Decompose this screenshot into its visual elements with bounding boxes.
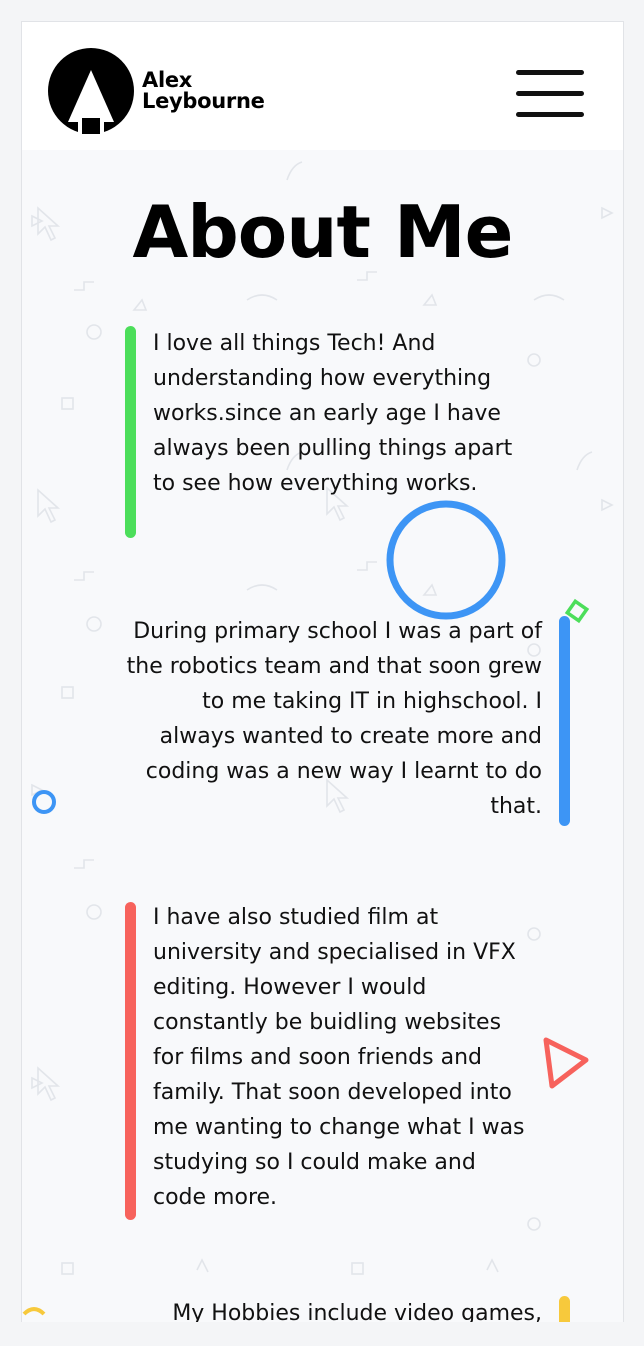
brand-first-name: Alex	[142, 68, 193, 92]
logo-icon[interactable]	[48, 48, 134, 134]
site-header: Alex Leybourne	[22, 22, 623, 150]
about-paragraph-4: My Hobbies include video games,	[172, 1301, 542, 1322]
about-paragraph-2: During primary school I was a part of th…	[126, 619, 542, 819]
about-paragraph-3: I have also studied film at university a…	[153, 905, 525, 1210]
accent-bar-green	[125, 326, 136, 538]
menu-line	[516, 70, 584, 75]
page-frame: Alex Leybourne About Me I love all thing…	[21, 21, 624, 1322]
hamburger-menu-icon[interactable]	[516, 70, 584, 118]
small-circle-decoration	[32, 790, 56, 814]
accent-bar-yellow	[559, 1296, 570, 1322]
brand-name[interactable]: Alex Leybourne	[142, 70, 265, 112]
arc-decoration	[22, 1307, 46, 1316]
circle-outline-decoration	[386, 500, 506, 620]
triangle-outline-decoration	[543, 1037, 589, 1089]
page-title: About Me	[132, 190, 514, 274]
about-paragraph-1: I love all things Tech! And understandin…	[153, 331, 513, 496]
menu-line	[516, 91, 584, 96]
diamond-outline-decoration	[564, 598, 590, 624]
brand-last-name: Leybourne	[142, 89, 265, 113]
accent-bar-red	[125, 902, 136, 1220]
accent-bar-blue	[559, 616, 570, 826]
menu-line	[516, 112, 584, 117]
